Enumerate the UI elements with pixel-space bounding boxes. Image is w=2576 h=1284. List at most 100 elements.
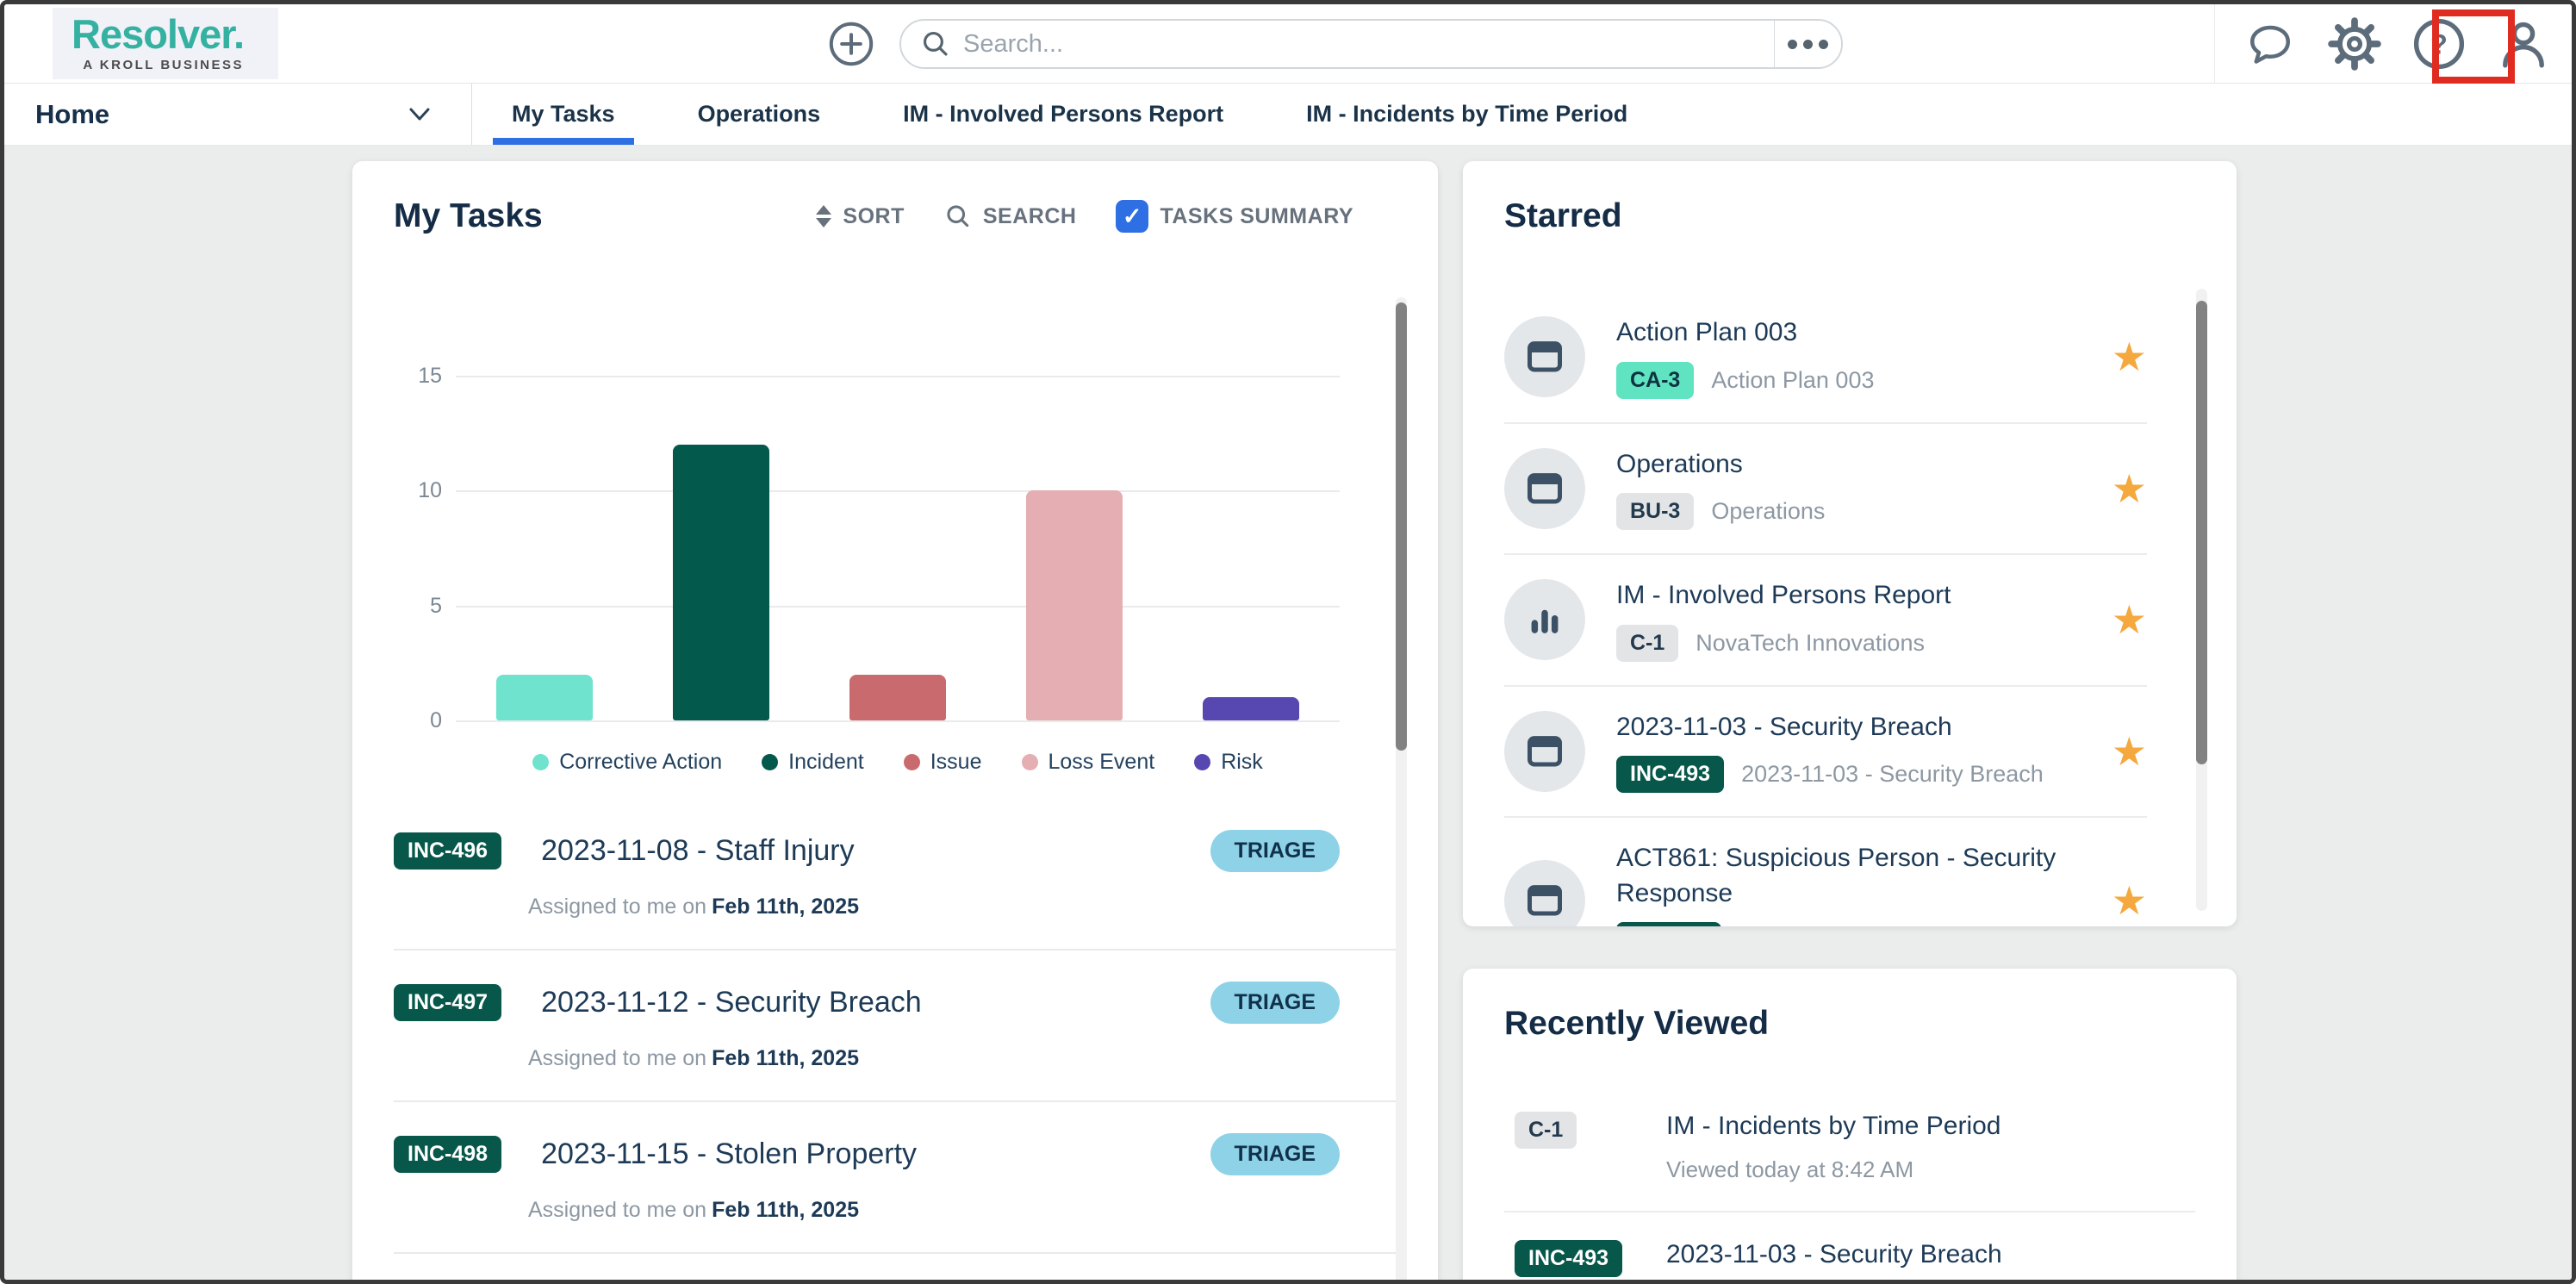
window-icon [1504,316,1585,398]
tasks-summary-chart: 0 5 10 15 Corrective Action Incident Issue Los… [402,340,1340,775]
top-bar: Resolver. A KROLL BUSINESS Search... ? [4,4,2572,84]
star-icon[interactable]: ★ [2112,600,2147,639]
starred-item-bu-3[interactable]: Operations BU-3 Operations ★ [1504,424,2147,555]
y-axis-tick-10: 10 [418,478,442,503]
tasks-summary-toggle[interactable]: TASKS SUMMARY [1116,200,1353,233]
recent-item-title: 2023-11-03 - Security Breach [1666,1240,2002,1268]
bar-corrective-action[interactable] [495,674,593,720]
starred-item-subtitle: NovaTech Innovations [1696,629,1925,656]
recent-item-title: IM - Incidents by Time Period [1666,1112,2001,1140]
my-tasks-scrollbar[interactable] [1396,297,1407,1280]
starred-card: Starred Action Plan 003 CA-3 Action Plan 0… [1463,161,2237,926]
legend-dot-icon [1194,754,1211,770]
search-input[interactable] [963,29,1774,59]
task-row-inc-496[interactable]: INC-496 2023-11-08 - Staff Injury TRIAGE As… [394,799,1397,951]
starred-item-badge: Act-901 [1616,922,1722,926]
home-label: Home [35,98,110,129]
chevron-down-icon [406,106,433,123]
starred-item-badge: CA-3 [1616,361,1695,399]
tasks-summary-label: TASKS SUMMARY [1160,203,1353,228]
task-id-badge: INC-496 [394,832,502,870]
app-window: Resolver. A KROLL BUSINESS Search... ? H… [0,0,2576,1284]
scrollbar-thumb[interactable] [1396,302,1407,751]
home-dropdown[interactable]: Home [4,84,472,145]
legend-item-incident[interactable]: Incident [762,750,864,775]
task-title: 2023-11-12 - Security Breach [541,986,922,1019]
sort-label: SORT [843,203,905,228]
task-row-inc-498[interactable]: INC-498 2023-11-15 - Stolen Property TRIAG… [394,1102,1397,1254]
starred-title: Starred [1504,197,1622,234]
starred-item-title: 2023-11-03 - Security Breach [1616,712,1952,741]
starred-scrollbar[interactable] [2196,289,2207,911]
gear-icon [2328,17,2381,71]
logo-text: Resolver. [72,11,245,58]
sort-button[interactable]: SORT [816,204,904,229]
user-profile-button[interactable] [2491,11,2556,77]
starred-item-subtitle: 2023-11-03 - Security Breach [1741,761,2044,787]
task-title: 2023-11-15 - Stolen Property [541,1138,918,1170]
task-row-inc-497[interactable]: INC-497 2023-11-12 - Security Breach TRIAG… [394,951,1397,1102]
top-bar-actions: ? [2214,4,2556,84]
starred-item-inc-493[interactable]: 2023-11-03 - Security Breach INC-493 2023-… [1504,687,2147,818]
starred-item-ca-3[interactable]: Action Plan 003 CA-3 Action Plan 003 ★ [1504,292,2147,424]
my-tasks-title: My Tasks [394,197,543,234]
logo-subtext: A KROLL BUSINESS [83,57,245,72]
tab-im-incidents-by-time-period[interactable]: IM - Incidents by Time Period [1304,84,1629,145]
star-icon[interactable]: ★ [2112,732,2147,771]
y-axis-tick-15: 15 [418,364,442,388]
tab-operations[interactable]: Operations [696,84,823,145]
legend-item-loss-event[interactable]: Loss Event [1021,750,1154,775]
recent-item-badge: INC-493 [1515,1240,1623,1277]
status-badge: TRIAGE [1210,982,1340,1024]
search-icon [920,28,951,59]
help-button[interactable]: ? [2406,11,2472,77]
bar-loss-event[interactable] [1026,490,1123,720]
messages-button[interactable] [2237,11,2303,77]
legend-item-corrective-action[interactable]: Corrective Action [532,750,722,775]
more-dots-icon [1788,39,1828,49]
star-icon[interactable]: ★ [2112,337,2147,377]
sort-icon [816,205,832,228]
task-id-badge: INC-498 [394,1136,502,1173]
bar-risk[interactable] [1203,697,1300,720]
star-icon[interactable]: ★ [2112,469,2147,508]
starred-item-subtitle: Operations [1711,498,1826,524]
bar-issue[interactable] [849,674,946,720]
starred-item-act-901[interactable]: ACT861: Suspicious Person - Security Res… [1504,818,2147,926]
task-search-button[interactable]: SEARCH [944,203,1077,230]
star-icon[interactable]: ★ [2112,881,2147,920]
starred-item-badge: C-1 [1616,624,1679,662]
task-assigned-line: Assigned to me on Feb 11th, 2025 [528,1046,860,1070]
task-title: 2023-11-08 - Staff Injury [541,834,855,867]
tab-im-involved-persons-report[interactable]: IM - Involved Persons Report [901,84,1225,145]
scrollbar-thumb[interactable] [2196,301,2207,764]
user-icon [2497,17,2550,71]
starred-item-title: Action Plan 003 [1616,318,1798,346]
legend-label: Risk [1221,750,1263,774]
create-new-button[interactable] [827,20,875,68]
resolver-logo[interactable]: Resolver. A KROLL BUSINESS [53,8,279,79]
search-options-button[interactable] [1774,21,1841,67]
legend-item-issue[interactable]: Issue [903,750,982,775]
recent-item-c-1[interactable]: C-1 IM - Incidents by Time Period Viewed t… [1504,1084,2195,1212]
settings-button[interactable] [2322,11,2387,77]
starred-item-title: IM - Involved Persons Report [1616,581,1951,609]
bar-incident[interactable] [672,445,769,720]
status-badge: TRIAGE [1210,830,1340,872]
gridline-5 [456,605,1340,608]
gridline-15 [456,376,1340,377]
legend-label: Issue [930,750,982,774]
task-assigned-line: Assigned to me on Feb 11th, 2025 [528,1198,860,1222]
recent-item-inc-493[interactable]: INC-4932023-11-03 - Security BreachViewe… [1504,1212,2195,1280]
chart-plot: 0 5 10 15 [418,340,1340,732]
task-row-inc-499[interactable]: INC-4992023-11-17 - Security BreachTRIAG… [394,1254,1397,1280]
tab-bar: My Tasks Operations IM - Involved Persons … [493,84,1708,145]
recent-item-badge: C-1 [1515,1112,1577,1149]
starred-item-c-1[interactable]: IM - Involved Persons Report C-1 NovaTech … [1504,555,2147,687]
tab-my-tasks[interactable]: My Tasks [493,84,634,145]
legend-item-risk[interactable]: Risk [1194,750,1263,775]
legend-dot-icon [903,754,920,770]
legend-dot-icon [532,754,550,770]
starred-item-badge: BU-3 [1616,493,1695,530]
global-search-bar [899,19,1843,69]
